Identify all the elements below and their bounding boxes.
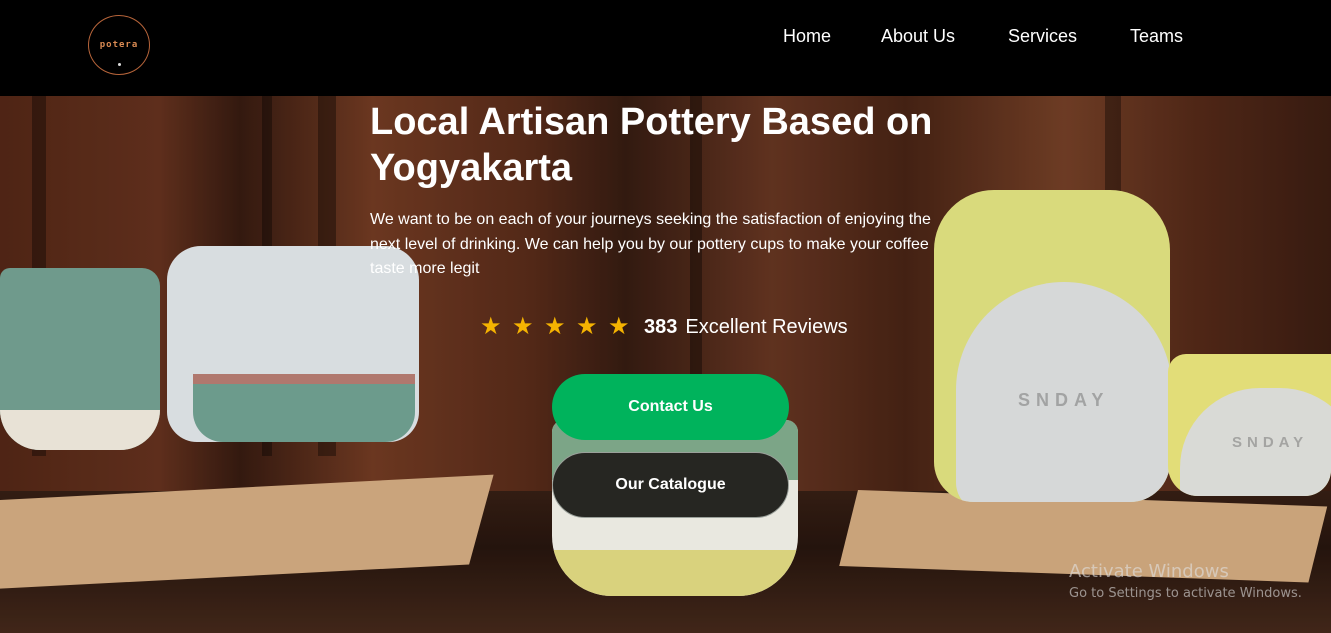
star-icon: ★: [544, 313, 566, 340]
main-nav: Home About Us Services Teams: [0, 26, 1331, 50]
nav-services[interactable]: Services: [1008, 26, 1077, 47]
green-cup: [0, 268, 160, 450]
nav-teams[interactable]: Teams: [1130, 26, 1183, 47]
nav-about-us[interactable]: About Us: [881, 26, 955, 47]
review-rating: ★ ★ ★ ★ ★ 383 Excellent Reviews: [480, 313, 848, 341]
tall-yellow-cup: SNDAY: [934, 190, 1170, 502]
cup-mark: SNDAY: [1018, 390, 1110, 410]
star-icon: ★: [576, 313, 598, 340]
windows-activation-title: Activate Windows: [1069, 561, 1229, 582]
star-icon: ★: [608, 313, 630, 340]
cup-mark: SNDAY: [1232, 434, 1309, 451]
windows-activation-subtitle: Go to Settings to activate Windows.: [1069, 586, 1302, 601]
review-count: 383: [644, 315, 678, 338]
nav-home[interactable]: Home: [783, 26, 831, 47]
contact-us-button[interactable]: Contact Us: [552, 374, 789, 440]
hero-description: We want to be on each of your journeys s…: [370, 211, 931, 277]
our-catalogue-button[interactable]: Our Catalogue: [552, 452, 789, 518]
site-header: potera Home About Us Services Teams: [0, 0, 1331, 96]
logo-dot-icon: [118, 63, 121, 66]
small-yellow-cup: SNDAY: [1168, 354, 1331, 496]
hero-headline: Local Artisan Pottery Based on Yogyakart…: [370, 101, 933, 189]
star-icon: ★: [480, 313, 502, 340]
star-icon: ★: [512, 313, 534, 340]
review-label: Excellent Reviews: [685, 315, 848, 338]
